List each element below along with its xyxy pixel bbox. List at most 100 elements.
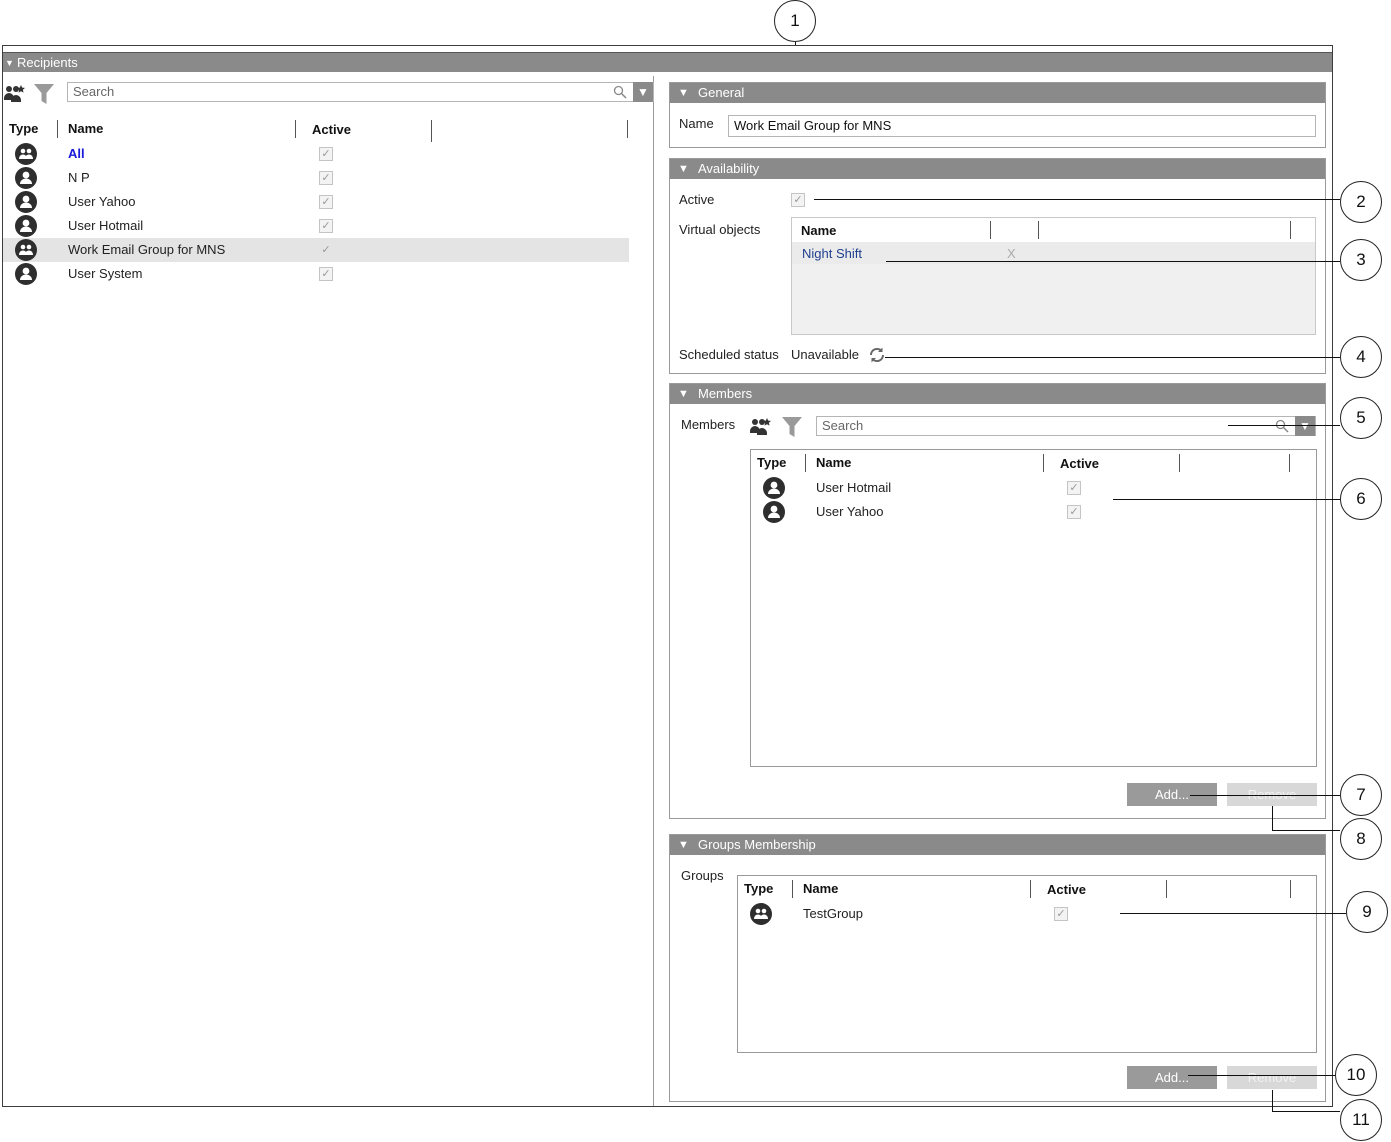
col-separator[interactable] (1038, 221, 1039, 239)
callout-3-leader (886, 261, 1340, 262)
active-checkbox[interactable]: ✓ (319, 219, 333, 233)
col-name[interactable]: Name (803, 881, 838, 896)
groups-title: Groups Membership (698, 837, 816, 852)
table-row[interactable]: User System ✓ (3, 262, 629, 286)
col-separator[interactable] (57, 120, 58, 138)
col-type[interactable]: Type (757, 455, 786, 470)
table-row[interactable]: User Hotmail ✓ (3, 214, 629, 238)
groups-add-button[interactable]: Add... (1127, 1066, 1217, 1089)
col-separator[interactable] (1290, 880, 1291, 898)
user-icon (15, 263, 37, 285)
group-type-filter-icon[interactable] (749, 415, 773, 439)
col-separator[interactable] (990, 221, 991, 239)
callout-5: 5 (1340, 397, 1382, 439)
callout-6-leader (1113, 499, 1340, 500)
recipients-header[interactable]: ▼ Recipients (3, 52, 1332, 72)
group-icon (750, 903, 772, 925)
row-name: All (68, 146, 85, 161)
col-separator[interactable] (431, 120, 432, 142)
user-icon (15, 167, 37, 189)
collapse-triangle-icon[interactable]: ▼ (678, 83, 689, 103)
active-checkbox[interactable]: ✓ (319, 267, 333, 281)
active-checkbox[interactable]: ✓ (319, 243, 333, 257)
vo-row-name: Night Shift (802, 246, 862, 261)
active-checkbox[interactable]: ✓ (1054, 907, 1068, 921)
col-separator[interactable] (1179, 454, 1180, 472)
collapse-triangle-icon[interactable]: ▼ (678, 384, 689, 404)
callout-10: 10 (1335, 1054, 1377, 1096)
availability-header[interactable]: ▼ Availability (670, 159, 1325, 179)
members-search-input[interactable]: Search ▼ (816, 416, 1316, 436)
collapse-triangle-icon[interactable]: ▼ (678, 835, 689, 855)
col-separator[interactable] (627, 120, 628, 138)
user-icon (763, 501, 785, 523)
vo-col-name[interactable]: Name (801, 223, 836, 238)
col-active[interactable]: Active (1060, 456, 1099, 471)
col-active[interactable]: Active (312, 122, 351, 137)
col-separator[interactable] (1289, 454, 1290, 472)
active-checkbox[interactable]: ✓ (1067, 481, 1081, 495)
callout-7-leader (1190, 795, 1340, 796)
col-separator[interactable] (792, 880, 793, 898)
refresh-icon[interactable] (868, 346, 886, 364)
table-row[interactable]: TestGroup ✓ (738, 902, 1316, 926)
search-icon[interactable] (1275, 419, 1289, 433)
col-separator[interactable] (1030, 880, 1031, 898)
callout-3: 3 (1340, 239, 1382, 281)
search-placeholder: Search (822, 418, 864, 433)
callout-10-leader (1188, 1075, 1335, 1076)
table-row[interactable]: User Yahoo ✓ (751, 500, 1316, 524)
col-separator[interactable] (1166, 880, 1167, 898)
name-input[interactable]: Work Email Group for MNS (728, 115, 1316, 137)
callout-11: 11 (1340, 1099, 1382, 1141)
col-separator[interactable] (295, 120, 296, 138)
callout-11-leader (1272, 1111, 1340, 1112)
collapse-triangle-icon[interactable]: ▼ (5, 53, 14, 73)
col-name[interactable]: Name (816, 455, 851, 470)
vo-header: Name (792, 218, 1315, 242)
row-name: Work Email Group for MNS (68, 242, 226, 257)
vo-remove-x[interactable]: X (1007, 246, 1016, 261)
col-separator[interactable] (1290, 221, 1291, 239)
search-dropdown-button[interactable]: ▼ (633, 82, 653, 102)
table-row[interactable]: All ✓ (3, 142, 629, 166)
col-type[interactable]: Type (9, 121, 38, 136)
groups-panel: ▼ Groups Membership Groups Type Name Act… (669, 834, 1326, 1102)
availability-panel: ▼ Availability Active ✓ Virtual objects … (669, 158, 1326, 374)
col-active[interactable]: Active (1047, 882, 1086, 897)
collapse-triangle-icon[interactable]: ▼ (678, 159, 689, 179)
table-row[interactable]: User Yahoo ✓ (3, 190, 629, 214)
availability-active-checkbox[interactable]: ✓ (791, 193, 805, 207)
active-checkbox[interactable]: ✓ (319, 147, 333, 161)
general-panel: ▼ General Name Work Email Group for MNS (669, 82, 1326, 148)
col-separator[interactable] (805, 454, 806, 472)
search-dropdown-button[interactable]: ▼ (1295, 416, 1315, 436)
group-type-filter-icon[interactable] (3, 82, 27, 106)
row-name: TestGroup (803, 906, 863, 921)
groups-remove-button[interactable]: Remove (1227, 1066, 1317, 1089)
name-label: Name (679, 116, 714, 131)
callout-1: 1 (774, 0, 816, 42)
col-separator[interactable] (1043, 454, 1044, 472)
groups-header[interactable]: ▼ Groups Membership (670, 835, 1325, 855)
callout-9-leader (1120, 913, 1346, 914)
members-label: Members (681, 417, 736, 432)
search-icon[interactable] (613, 85, 627, 99)
virtual-objects-label: Virtual objects (679, 222, 761, 237)
filter-funnel-icon[interactable] (781, 415, 803, 439)
col-name[interactable]: Name (68, 121, 103, 136)
callout-11-leader-v (1272, 1090, 1273, 1112)
active-checkbox[interactable]: ✓ (1067, 505, 1081, 519)
table-row[interactable]: User Hotmail ✓ (751, 476, 1316, 500)
table-row-selected[interactable]: Work Email Group for MNS ✓ (3, 238, 629, 262)
members-header[interactable]: ▼ Members (670, 384, 1325, 404)
active-checkbox[interactable]: ✓ (319, 195, 333, 209)
search-placeholder: Search (73, 84, 115, 99)
active-checkbox[interactable]: ✓ (319, 171, 333, 185)
filter-funnel-icon[interactable] (33, 82, 55, 106)
general-header[interactable]: ▼ General (670, 83, 1325, 103)
left-search-input[interactable]: Search ▼ (67, 82, 654, 102)
members-title: Members (698, 386, 753, 401)
col-type[interactable]: Type (744, 881, 773, 896)
table-row[interactable]: N P ✓ (3, 166, 629, 190)
